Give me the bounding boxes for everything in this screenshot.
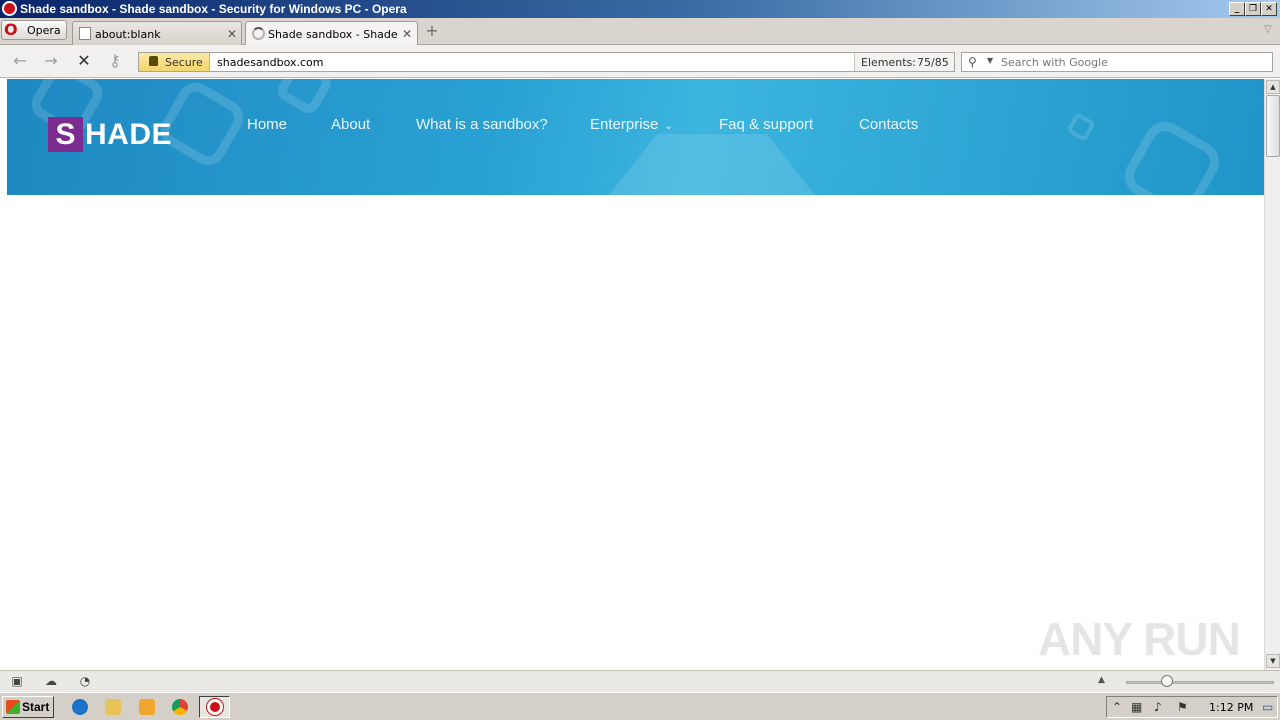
scroll-down-arrow-icon[interactable]: ▼ <box>1266 654 1280 668</box>
nav-contacts[interactable]: Contacts <box>859 116 918 133</box>
start-button[interactable]: Start <box>2 696 54 718</box>
windows-logo-icon <box>6 700 20 714</box>
tab-close-icon[interactable]: ✕ <box>227 27 237 41</box>
action-center-flag-icon[interactable]: ⚑ <box>1177 700 1188 714</box>
close-window-button[interactable]: ✕ <box>1261 2 1277 16</box>
opera-taskbar-button[interactable] <box>199 696 230 718</box>
opera-turbo-icon[interactable]: ◔ <box>77 674 93 688</box>
nav-about[interactable]: About <box>331 116 370 133</box>
chevron-down-icon: ⌄ <box>664 121 673 132</box>
zoom-popup-arrow-icon[interactable]: ▲ <box>1098 675 1105 685</box>
opera-unite-cloud-icon[interactable]: ☁ <box>43 674 59 688</box>
url-text[interactable]: shadesandbox.com <box>217 56 324 69</box>
system-tray: ⌃ ▦ ♪ ⚑ 1:12 PM ▭ <box>1106 696 1278 718</box>
lock-icon <box>149 56 158 66</box>
hexagon-decoration <box>1117 114 1227 195</box>
page-icon <box>79 27 91 40</box>
forward-button[interactable]: → <box>42 52 60 70</box>
tab-shade-sandbox[interactable]: Shade sandbox - Shade ... ✕ <box>245 21 418 46</box>
loading-spinner-icon <box>252 27 265 40</box>
tab-close-icon[interactable]: ✕ <box>402 27 412 41</box>
show-hidden-icons-icon[interactable]: ⌃ <box>1112 700 1122 714</box>
window-title: Shade sandbox - Shade sandbox - Security… <box>20 2 407 16</box>
site-header-banner: S HADE Home About What is a sandbox? Ent… <box>7 79 1264 195</box>
restore-button[interactable]: ❐ <box>1245 2 1261 16</box>
minimize-button[interactable]: _ <box>1229 2 1245 16</box>
key-icon[interactable]: ⚷ <box>106 52 124 70</box>
new-tab-button[interactable]: + <box>424 23 440 39</box>
secure-label: Secure <box>165 56 203 69</box>
volume-icon[interactable]: ♪ <box>1154 700 1162 714</box>
opera-icon <box>207 699 223 715</box>
hexagon-decoration <box>602 134 822 195</box>
tab-label: about:blank <box>95 28 161 41</box>
elements-counter: Elements: 75/85 <box>854 53 954 71</box>
tab-list-chevron-icon[interactable]: ▽ <box>1264 24 1272 35</box>
opera-logo-icon <box>2 1 17 16</box>
nav-home[interactable]: Home <box>247 116 287 133</box>
nav-what-is-a-sandbox[interactable]: What is a sandbox? <box>416 116 548 133</box>
file-explorer-icon[interactable] <box>105 699 121 715</box>
hexagon-decoration <box>273 79 336 118</box>
opera-menu-label: Opera <box>27 24 61 37</box>
elements-label: Elements: <box>861 56 916 69</box>
zoom-slider-thumb[interactable] <box>1161 675 1173 687</box>
nav-enterprise[interactable]: Enterprise ⌄ <box>590 116 673 133</box>
vertical-scrollbar[interactable]: ▲ ▼ <box>1264 79 1280 670</box>
internet-explorer-icon[interactable] <box>72 699 88 715</box>
navigation-bar: ← → ✕ ⚷ Secure shadesandbox.com Elements… <box>0 45 1280 78</box>
scrollbar-thumb[interactable] <box>1266 95 1280 157</box>
show-desktop-icon[interactable]: ▭ <box>1262 700 1273 714</box>
opera-menu-button[interactable]: O Opera <box>1 20 67 40</box>
anyrun-watermark: ANY RUN <box>1038 613 1241 665</box>
media-player-icon[interactable] <box>139 699 155 715</box>
address-field[interactable]: Secure shadesandbox.com Elements: 75/85 <box>138 52 955 72</box>
nav-faq-support[interactable]: Faq & support <box>719 116 813 133</box>
back-button[interactable]: ← <box>11 52 29 70</box>
zoom-slider-track[interactable] <box>1126 681 1274 684</box>
stop-loading-button[interactable]: ✕ <box>75 52 93 70</box>
shade-logo-mark[interactable]: S <box>48 117 83 152</box>
chrome-icon[interactable] <box>172 699 188 715</box>
search-field[interactable]: ⚲ ▼ Search with Google <box>961 52 1273 72</box>
tab-about-blank[interactable]: about:blank ✕ <box>72 21 242 45</box>
opera-o-icon: O <box>4 20 18 39</box>
elements-value: 75/85 <box>917 56 949 69</box>
windows-taskbar: Start ⌃ ▦ ♪ ⚑ 1:12 PM ▭ <box>0 692 1280 720</box>
search-engine-dropdown-icon[interactable]: ▼ <box>987 56 993 65</box>
secure-badge[interactable]: Secure <box>139 53 210 71</box>
search-placeholder: Search with Google <box>1001 56 1108 69</box>
panel-toggle-icon[interactable]: ▣ <box>9 674 25 688</box>
tab-bar: O Opera about:blank ✕ Shade sandbox - Sh… <box>0 18 1280 46</box>
start-label: Start <box>22 700 50 714</box>
nav-enterprise-label: Enterprise <box>590 116 659 133</box>
shade-logo-text[interactable]: HADE <box>85 117 172 152</box>
hexagon-decoration <box>1065 111 1097 143</box>
scroll-up-arrow-icon[interactable]: ▲ <box>1266 80 1280 94</box>
search-icon: ⚲ <box>968 55 977 69</box>
browser-status-bar: ▣ ☁ ◔ ▲ <box>0 670 1280 692</box>
network-icon[interactable]: ▦ <box>1131 700 1142 714</box>
tab-label: Shade sandbox - Shade ... <box>268 28 400 41</box>
window-title-bar: Shade sandbox - Shade sandbox - Security… <box>0 0 1280 18</box>
clock[interactable]: 1:12 PM <box>1209 701 1253 714</box>
